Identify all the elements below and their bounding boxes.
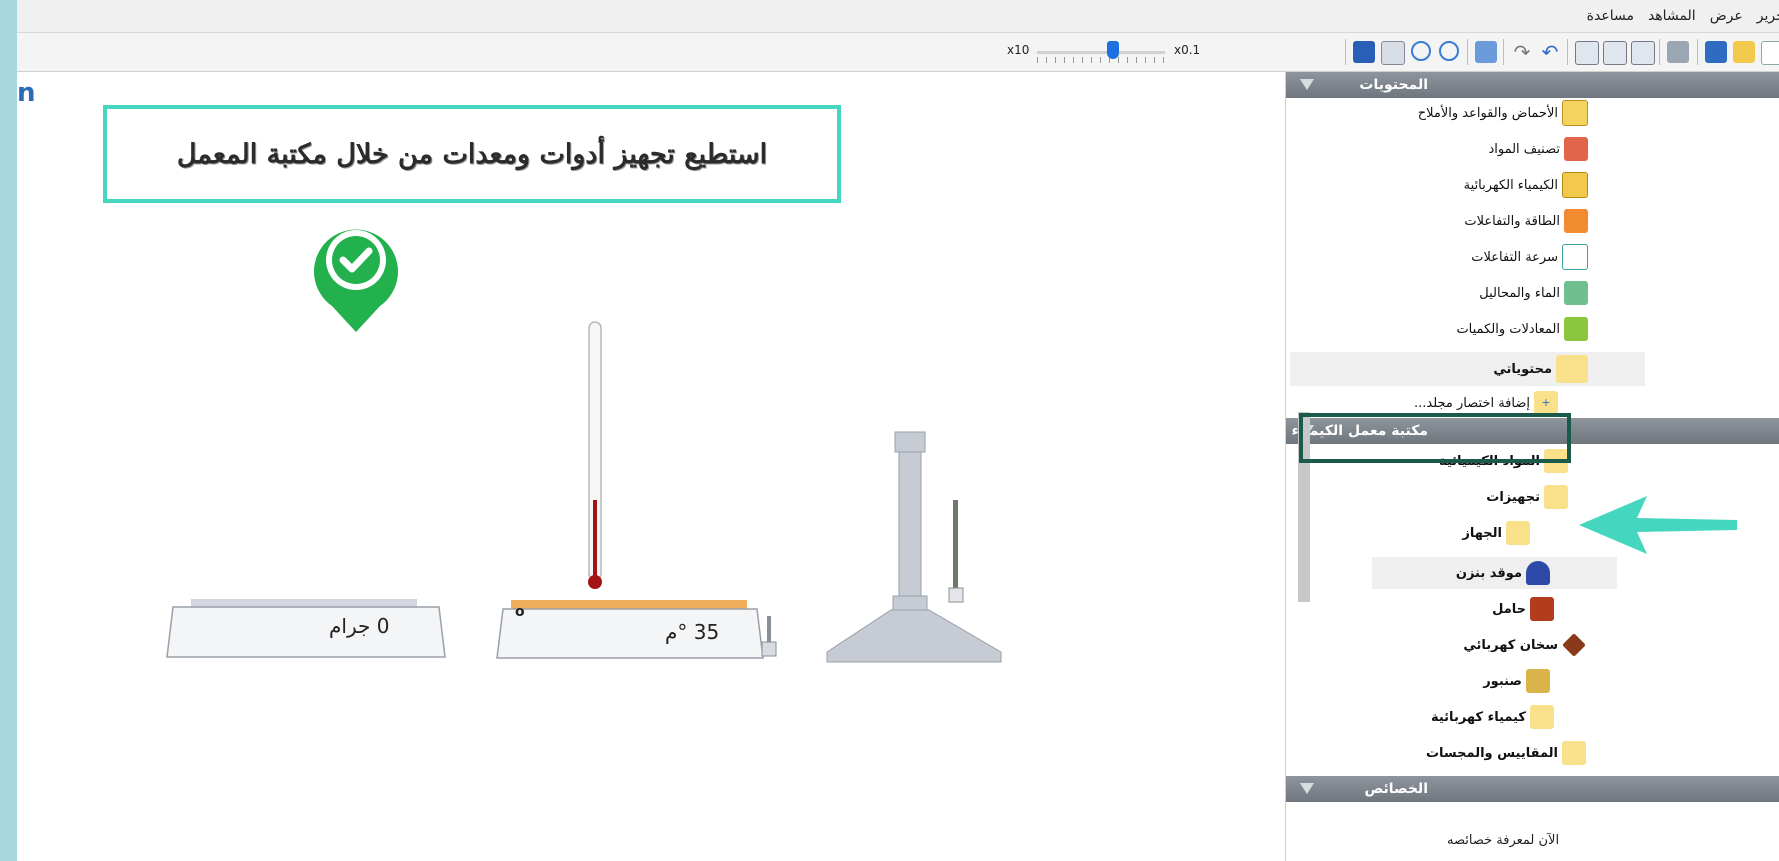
zoom-min-label: x10 xyxy=(1007,43,1030,57)
faucet-icon xyxy=(1526,669,1550,693)
print-icon[interactable] xyxy=(1667,41,1689,63)
scale-reading: 0 جرام xyxy=(329,614,390,638)
selected-row-background xyxy=(1290,352,1645,386)
tree-item-hot-plate[interactable]: سخان كهربائي xyxy=(1463,630,1586,660)
menu-bar: تحرير عرض المشاهد مساعدة xyxy=(17,0,1779,33)
zoom-out-icon[interactable] xyxy=(1439,41,1459,61)
tree-item-equipment[interactable]: تجهيزات xyxy=(1486,482,1568,512)
tree-item-stand[interactable]: حامل xyxy=(1492,594,1554,624)
library-panel: المحتويات الأحماض والقواعد والأملاح تصني… xyxy=(1285,72,1779,861)
paste-icon[interactable] xyxy=(1603,41,1627,65)
hotplate-power-knob[interactable]: o xyxy=(515,604,525,620)
tree-item-apparatus[interactable]: الجهاز xyxy=(1462,518,1530,548)
edge-glyph: n xyxy=(17,78,36,108)
lab-workspace[interactable]: n استطيع تجهيز أدوات ومعدات من خلال مكتب… xyxy=(17,72,1285,861)
zoom-in-icon[interactable] xyxy=(1411,41,1431,61)
add-folder-icon: + xyxy=(1534,391,1558,415)
library-header-highlight xyxy=(1299,413,1571,463)
properties-hint: الآن لمعرفة خصائصه xyxy=(1447,833,1560,848)
copy-icon[interactable] xyxy=(1575,41,1599,65)
pause-icon[interactable] xyxy=(1353,41,1375,63)
folder-icon xyxy=(1556,355,1588,383)
undo-icon[interactable]: ↶ xyxy=(1539,41,1561,63)
contents-item[interactable]: المعادلات والكميات xyxy=(1456,314,1588,344)
folder-icon xyxy=(1530,705,1554,729)
acid-bottle-icon xyxy=(1562,100,1588,126)
zoom-slider-thumb[interactable] xyxy=(1107,41,1119,59)
zoom-slider-ticks xyxy=(1037,57,1165,63)
balance-scale[interactable] xyxy=(165,597,447,661)
save-icon[interactable] xyxy=(1705,41,1727,63)
contents-header[interactable]: المحتويات xyxy=(1286,72,1779,98)
hotplate-temperature-reading: 35 °م xyxy=(665,620,720,644)
redo-icon[interactable]: ↷ xyxy=(1511,41,1533,63)
pointer-arrow-icon xyxy=(1579,496,1737,554)
app-window: تحرير عرض المشاهد مساعدة ↶ ↷ x0.1 x10 n xyxy=(17,0,1779,861)
grid-icon[interactable] xyxy=(1475,41,1497,63)
select-icon[interactable] xyxy=(1381,41,1405,65)
tree-item-electrochemistry[interactable]: كيمياء كهربائية xyxy=(1431,702,1554,732)
tree-item-meters-probes[interactable]: المقاييس والمجسات xyxy=(1426,738,1586,768)
check-pin-icon xyxy=(314,229,398,332)
rate-graph-icon xyxy=(1562,244,1588,270)
menu-edit[interactable]: تحرير xyxy=(1757,8,1779,24)
contents-item[interactable]: الماء والمحاليل xyxy=(1479,278,1588,308)
my-contents-item[interactable]: محتوياتي xyxy=(1493,354,1588,384)
instruction-banner: استطيع تجهيز أدوات ومعدات من خلال مكتبة … xyxy=(103,105,841,203)
collapse-arrow-icon[interactable] xyxy=(1300,783,1314,794)
bunsen-burner-icon xyxy=(1526,561,1550,585)
hot-plate[interactable] xyxy=(495,594,785,664)
toolbar: ↶ ↷ x0.1 x10 xyxy=(17,33,1779,72)
equation-icon xyxy=(1564,317,1588,341)
zoom-max-label: x0.1 xyxy=(1174,43,1201,57)
electrochemistry-icon xyxy=(1562,172,1588,198)
contents-item[interactable]: الكيمياء الكهربائية xyxy=(1464,170,1588,200)
folder-icon xyxy=(1506,521,1530,545)
classification-icon xyxy=(1564,137,1588,161)
stand-icon xyxy=(1530,597,1554,621)
collapse-arrow-icon[interactable] xyxy=(1300,79,1314,90)
menu-view[interactable]: عرض xyxy=(1710,8,1743,24)
folder-icon xyxy=(1562,741,1586,765)
tree-item-faucet[interactable]: صنبور xyxy=(1483,666,1550,696)
bunsen-burner[interactable] xyxy=(825,430,1003,666)
flame-icon xyxy=(1564,209,1588,233)
contents-item[interactable]: الأحماض والقواعد والأملاح xyxy=(1418,98,1588,128)
open-icon[interactable] xyxy=(1733,41,1755,63)
menu-scenes[interactable]: المشاهد xyxy=(1648,8,1696,24)
zoom-slider[interactable] xyxy=(1037,51,1165,54)
thermometer[interactable] xyxy=(585,320,605,592)
properties-header[interactable]: الخصائص xyxy=(1286,776,1779,802)
folder-icon xyxy=(1544,485,1568,509)
menu-help[interactable]: مساعدة xyxy=(1587,8,1634,24)
cut-icon[interactable] xyxy=(1631,41,1655,65)
contents-item[interactable]: الطاقة والتفاعلات xyxy=(1464,206,1588,236)
contents-item[interactable]: سرعة التفاعلات xyxy=(1471,242,1588,272)
hot-plate-icon xyxy=(1562,633,1586,657)
tree-item-bunsen-burner[interactable]: موقد بنزن xyxy=(1456,558,1550,588)
flask-icon xyxy=(1564,281,1588,305)
new-icon[interactable] xyxy=(1761,41,1779,65)
contents-item[interactable]: تصنيف المواد xyxy=(1488,134,1588,164)
